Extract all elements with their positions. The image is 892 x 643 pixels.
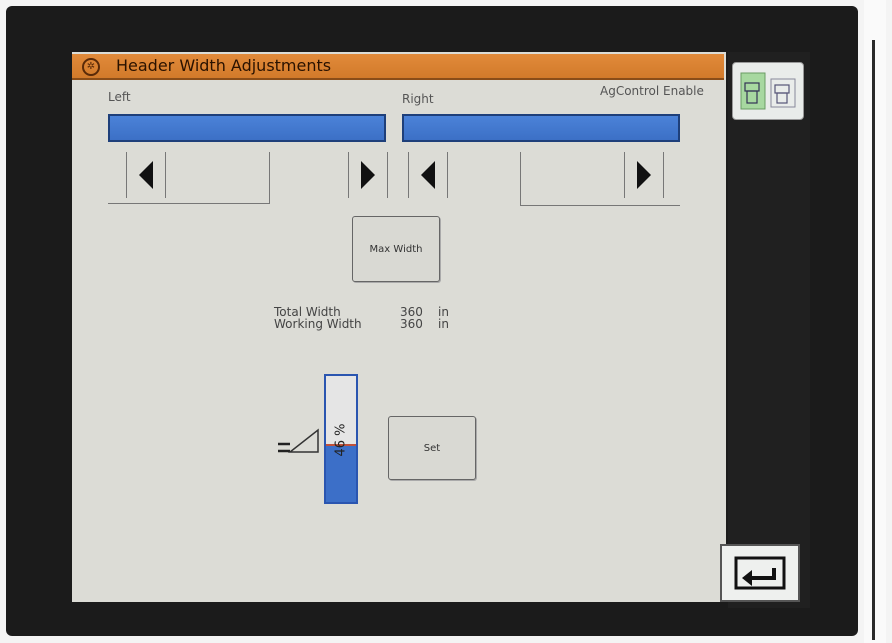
left-arrow-icon [421,161,435,189]
right-increase-button[interactable] [624,152,664,198]
working-width-unit: in [438,317,449,331]
set-button[interactable]: Set [388,416,476,480]
header-enable-icon [740,72,796,110]
left-label: Left [108,90,131,104]
back-button[interactable] [720,544,800,602]
page-title: Header Width Adjustments [116,56,332,75]
right-arrow-icon [361,161,375,189]
right-label: Right [402,92,434,106]
right-decrease-button[interactable] [408,152,448,198]
tilt-level-icon [278,428,319,453]
working-width-label: Working Width [274,317,362,331]
max-width-button[interactable]: Max Width [352,216,440,282]
right-track-divider [520,152,521,206]
main-screen: ✲ Header Width Adjustments Left Right Ag… [72,52,726,602]
title-bar: ✲ Header Width Adjustments [72,54,724,80]
working-width-value: 360 [400,317,423,331]
left-width-bar[interactable] [108,114,386,142]
right-arrow-icon [637,161,651,189]
left-track-divider [269,152,270,204]
left-arrow-icon [139,161,153,189]
left-increase-button[interactable] [348,152,388,198]
left-decrease-button[interactable] [126,152,166,198]
tilt-percent-text: 46 % [333,423,349,457]
right-sidebar [728,52,810,608]
tilt-gauge[interactable]: 46 % [324,374,358,504]
agcontrol-enable-label: AgControl Enable [600,84,704,98]
bezel-edge [864,0,886,643]
return-arrow-icon [734,556,786,590]
agcontrol-enable-button[interactable] [732,62,804,120]
gear-icon: ✲ [82,58,100,76]
right-width-bar[interactable] [402,114,680,142]
